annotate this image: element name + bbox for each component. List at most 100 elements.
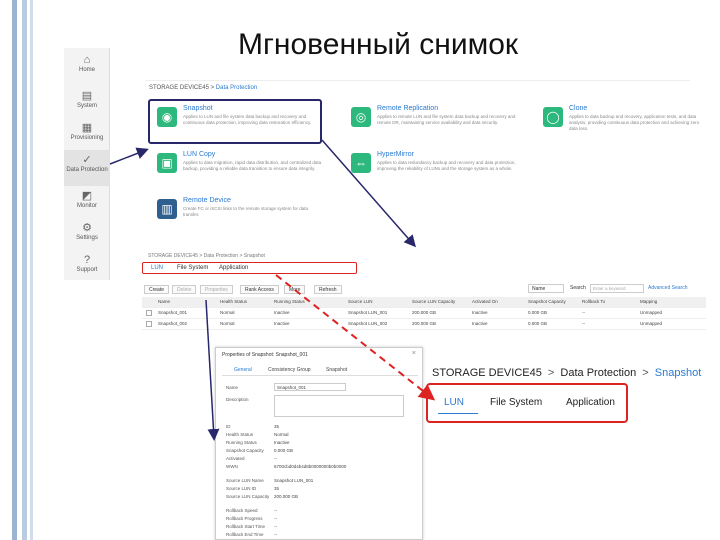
column-header[interactable]: Running Status: [274, 299, 305, 304]
sidebar-item-label: Provisioning: [70, 135, 104, 141]
dialog-title: Properties of Snapshot: Snapshot_001: [222, 352, 308, 358]
snapshot-table: Name Health Status Running Status Source…: [142, 297, 706, 330]
field-label: Source LUN Name: [226, 478, 264, 483]
sidebar-item-label: Data Protection: [66, 167, 108, 173]
column-header[interactable]: Health Status: [220, 299, 247, 304]
table-row[interactable]: Snapshot_001 Normal Inactive Snapshot LU…: [142, 308, 706, 319]
create-button[interactable]: Create: [144, 285, 170, 294]
column-header[interactable]: Activated On: [472, 299, 498, 304]
delete-button[interactable]: Delete: [172, 285, 197, 294]
slide-decoration-bar: [22, 0, 27, 540]
card-hypermirror[interactable]: ⇔ HyperMirror Applies to data redundancy…: [345, 147, 520, 189]
breadcrumb-section[interactable]: Data Protection: [216, 85, 257, 91]
table-cell: 200.000 GB: [412, 321, 437, 326]
table-row[interactable]: Snapshot_002 Normal Inactive Snapshot LU…: [142, 319, 706, 330]
tab-application[interactable]: Application: [566, 397, 615, 408]
row-checkbox[interactable]: [146, 321, 152, 327]
field-label: WWN: [226, 464, 238, 469]
table-cell: Inactive: [274, 321, 290, 326]
slide-decoration-bar: [30, 0, 33, 540]
tab-general[interactable]: General: [234, 367, 252, 373]
sidebar-item-settings[interactable]: ⚙ Settings: [64, 218, 110, 254]
breadcrumb-device[interactable]: STORAGE DEVICE45: [432, 367, 542, 379]
table-cell: Unmapped: [640, 310, 663, 315]
card-title[interactable]: Remote Device: [183, 197, 231, 204]
card-description: Applies to data migration, rapid data di…: [183, 160, 322, 171]
table-header: Name Health Status Running Status Source…: [142, 297, 706, 308]
card-description: Applies to remote LUN and file system da…: [377, 114, 516, 125]
breadcrumb-page[interactable]: Snapshot: [655, 367, 701, 379]
card-title[interactable]: Remote Replication: [377, 105, 438, 112]
provisioning-icon: ▦: [81, 122, 93, 134]
mirror-icon: ⇔: [351, 153, 371, 173]
tab-consistency-group[interactable]: Consistency Group: [268, 367, 311, 373]
column-header[interactable]: Source LUN: [348, 299, 373, 304]
row-checkbox[interactable]: [146, 310, 152, 316]
card-remote-device[interactable]: ▥ Remote Device Create FC or iSCSI links…: [151, 193, 326, 235]
column-header[interactable]: Source LUN Capacity: [412, 299, 455, 304]
rank-access-button[interactable]: Rank Access: [240, 285, 279, 294]
tab-lun[interactable]: LUN: [444, 397, 464, 408]
description-field[interactable]: [274, 395, 404, 417]
tab-lun[interactable]: LUN: [151, 265, 163, 271]
field-label: Rollback Progress: [226, 516, 263, 521]
system-icon: ▤: [81, 90, 93, 102]
clone-icon: ◯: [543, 107, 563, 127]
column-header[interactable]: Snapshot Capacity: [528, 299, 566, 304]
card-lun-copy[interactable]: ▣ LUN Copy Applies to data migration, ra…: [151, 147, 326, 189]
tab-snapshot[interactable]: Snapshot: [326, 367, 347, 373]
field-value: --: [274, 508, 277, 513]
search-label: Search: [570, 285, 586, 291]
card-remote-replication[interactable]: ◎ Remote Replication Applies to remote L…: [345, 101, 520, 143]
column-header[interactable]: Name: [158, 299, 170, 304]
advanced-search-link[interactable]: Advanced Search: [648, 285, 687, 291]
card-title[interactable]: Clone: [569, 105, 587, 112]
table-cell: Normal: [220, 310, 235, 315]
field-label: Activated: [226, 456, 245, 461]
card-description: Applies to data redundancy backup and re…: [377, 160, 516, 171]
column-header[interactable]: Rollback To: [582, 299, 605, 304]
tab-file-system[interactable]: File System: [490, 397, 542, 408]
sidebar-item-support[interactable]: ? Support: [64, 250, 110, 286]
card-clone[interactable]: ◯ Clone Applies to data backup and recov…: [537, 101, 712, 143]
field-label: Snapshot Capacity: [226, 448, 264, 453]
field-value: --: [274, 456, 277, 461]
card-description: Create FC or iSCSI links to the remote s…: [183, 206, 309, 217]
close-icon[interactable]: ×: [412, 350, 416, 357]
data-protection-icon: ✓: [82, 154, 92, 166]
sidebar-item-system[interactable]: ▤ System: [64, 86, 110, 122]
name-field[interactable]: Snapshot_001: [274, 383, 346, 391]
refresh-button[interactable]: Refresh: [314, 285, 342, 294]
table-cell: 0.000 GB: [528, 321, 548, 326]
monitor-icon: ◩: [81, 190, 93, 202]
field-value[interactable]: Snapshot LUN_001: [274, 478, 313, 483]
breadcrumb-section[interactable]: Data Protection: [560, 367, 636, 379]
dialog-tab-bar: General Consistency Group Snapshot: [222, 366, 418, 376]
sidebar-item-home[interactable]: ⌂ Home: [64, 50, 110, 86]
more-button[interactable]: More: [284, 285, 306, 294]
breadcrumb-device[interactable]: STORAGE DEVICE45: [149, 85, 209, 91]
sidebar-item-monitor[interactable]: ◩ Monitor: [64, 186, 110, 222]
tab-application[interactable]: Application: [219, 265, 248, 271]
table-cell: Inactive: [472, 310, 488, 315]
table-cell: 200.000 GB: [412, 310, 437, 315]
column-header[interactable]: Mapping: [640, 299, 657, 304]
sidebar-item-label: Support: [76, 267, 98, 273]
breadcrumb: STORAGE DEVICE45 > Data Protection: [149, 85, 257, 91]
card-title[interactable]: LUN Copy: [183, 151, 215, 158]
field-value: 0.000 GB: [274, 448, 294, 453]
filter-select[interactable]: Name: [528, 284, 564, 293]
sidebar-item-provisioning[interactable]: ▦ Provisioning: [64, 118, 110, 154]
properties-button[interactable]: Properties: [200, 285, 233, 294]
snapshot-list-panel: STORAGE DEVICE45 > Data Protection > Sna…: [138, 253, 710, 333]
active-tab-underline: [438, 413, 478, 414]
sidebar-item-label: Monitor: [76, 203, 97, 209]
tab-file-system[interactable]: File System: [177, 265, 208, 271]
breadcrumb-separator: >: [642, 367, 649, 379]
sidebar-item-data-protection[interactable]: ✓ Data Protection: [64, 150, 110, 186]
card-description: Applies to data backup and recovery, app…: [569, 114, 700, 131]
sidebar-item-label: System: [76, 103, 97, 109]
card-title[interactable]: HyperMirror: [377, 151, 414, 158]
search-input[interactable]: Enter a keyword: [590, 284, 644, 293]
sidebar: ⌂ Home ▤ System ▦ Provisioning ✓ Data Pr…: [64, 48, 110, 280]
